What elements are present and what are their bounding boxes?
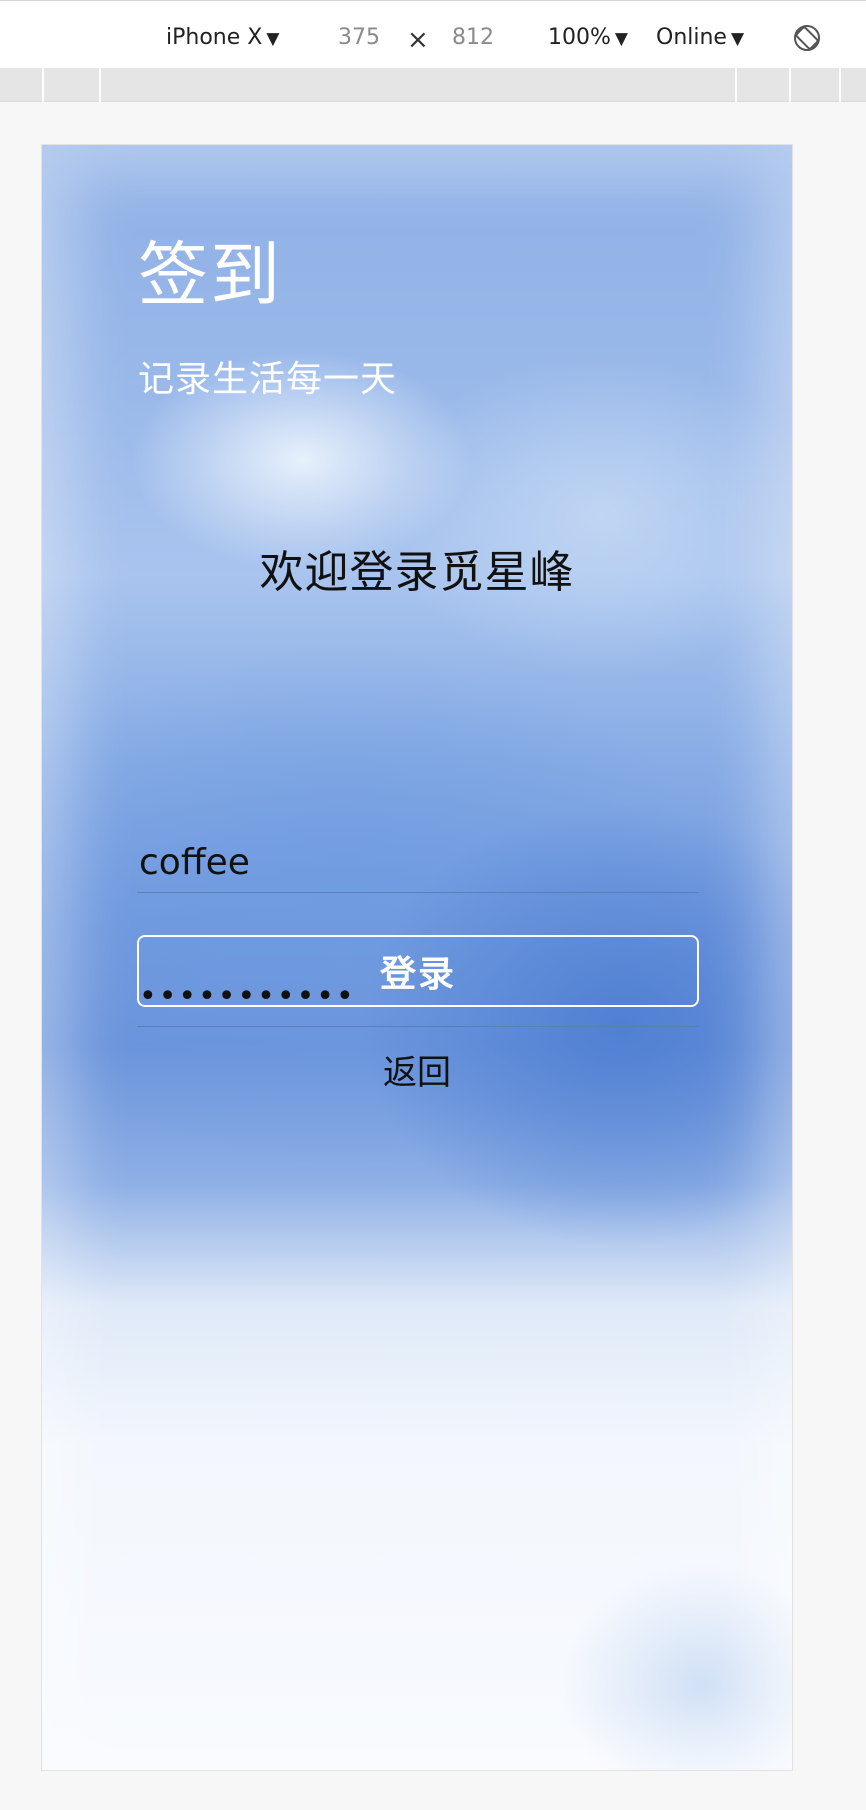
ruler-marker[interactable]	[99, 68, 101, 102]
username-input[interactable]	[137, 833, 699, 893]
ruler-marker[interactable]	[735, 68, 737, 102]
welcome-heading: 欢迎登录觅星峰	[259, 547, 575, 598]
viewport-width-input[interactable]: 375	[338, 23, 380, 53]
viewport-height-input[interactable]: 812	[452, 23, 494, 53]
device-viewport: 签到 记录生活每一天 欢迎登录觅星峰 登录 返回	[41, 144, 793, 1771]
media-query-ruler	[0, 68, 866, 102]
rotate-icon	[794, 25, 820, 51]
ruler-marker[interactable]	[789, 68, 791, 102]
ruler-marker[interactable]	[839, 68, 841, 102]
device-caret-icon: ▼	[266, 29, 280, 49]
zoom-selector[interactable]: 100% ▼	[548, 23, 628, 54]
page-title: 签到	[138, 234, 282, 316]
page-subtitle: 记录生活每一天	[138, 359, 398, 400]
network-throttle-selector[interactable]: Online ▼	[656, 23, 744, 54]
network-caret-icon: ▼	[730, 29, 745, 49]
zoom-caret-icon: ▼	[614, 29, 628, 49]
rotate-button[interactable]	[792, 23, 822, 62]
device-selector[interactable]: iPhone X ▼	[166, 23, 279, 54]
dimension-separator-icon: ×	[407, 25, 429, 55]
network-value: Online	[656, 25, 727, 50]
ruler-marker[interactable]	[42, 68, 44, 102]
login-button[interactable]: 登录	[137, 935, 699, 1007]
device-name: iPhone X	[166, 25, 263, 50]
zoom-value: 100%	[548, 25, 611, 50]
back-link[interactable]: 返回	[42, 1051, 792, 1095]
devtools-device-toolbar: iPhone X ▼ 375 × 812 100% ▼ Online ▼	[0, 0, 866, 74]
